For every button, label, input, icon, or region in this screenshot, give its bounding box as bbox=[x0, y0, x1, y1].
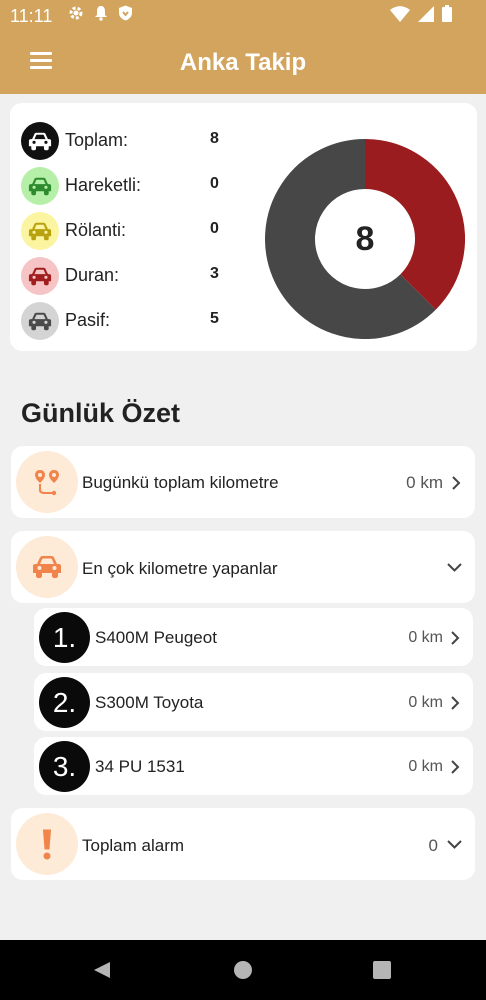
page-title: Anka Takip bbox=[179, 49, 307, 76]
chevron-right-icon bbox=[451, 631, 460, 645]
chevron-right-icon bbox=[451, 696, 460, 710]
stat-label: Rölanti: bbox=[65, 220, 127, 240]
rank-badge: 3. bbox=[39, 741, 90, 792]
chevron-right-icon bbox=[451, 760, 460, 774]
stat-value: 0 bbox=[210, 175, 219, 192]
chevron-right-icon bbox=[452, 476, 461, 490]
route-pins-icon bbox=[16, 451, 78, 513]
stat-row-rolanti[interactable]: Rölanti: 0 bbox=[21, 211, 241, 251]
shield-icon bbox=[119, 5, 132, 21]
home-icon[interactable] bbox=[234, 961, 252, 979]
stat-row-toplam[interactable]: Toplam: 8 bbox=[21, 121, 241, 161]
stat-value: 3 bbox=[210, 265, 219, 282]
top-km-card[interactable]: En çok kilometre yapanlar bbox=[11, 531, 475, 603]
stat-row-pasif[interactable]: Pasif: 5 bbox=[21, 301, 241, 341]
car-icon bbox=[21, 167, 59, 205]
top-km-label: En çok kilometre yapanlar bbox=[82, 559, 278, 578]
wifi-icon bbox=[390, 5, 410, 22]
stat-label: Toplam: bbox=[65, 130, 129, 150]
battery-icon bbox=[442, 5, 452, 22]
stat-row-duran[interactable]: Duran: 3 bbox=[21, 256, 241, 296]
total-km-label: Bugünkü toplam kilometre bbox=[82, 473, 279, 492]
car-icon bbox=[16, 536, 78, 598]
vehicle-stats-card: Toplam: 8 Hareketli: 0 Rölanti: 0 Duran:… bbox=[10, 103, 477, 351]
chevron-down-icon[interactable] bbox=[446, 839, 463, 850]
car-icon bbox=[21, 302, 59, 340]
vehicle-km: 0 km bbox=[408, 694, 443, 711]
status-bar: 11:11 bbox=[0, 0, 486, 32]
car-icon bbox=[21, 257, 59, 295]
vehicle-name: S300M Toyota bbox=[95, 693, 204, 712]
section-title: Günlük Özet bbox=[21, 398, 181, 428]
stat-label: Pasif: bbox=[65, 310, 111, 330]
vehicle-name: 34 PU 1531 bbox=[95, 757, 185, 776]
ranking-item[interactable]: 3. 34 PU 1531 0 km bbox=[34, 737, 473, 795]
chevron-down-icon[interactable] bbox=[446, 562, 463, 573]
recent-apps-icon[interactable] bbox=[373, 961, 391, 979]
donut-center-total: 8 bbox=[355, 219, 375, 258]
total-km-value: 0 km bbox=[406, 473, 443, 492]
rank-badge: 2. bbox=[39, 677, 90, 728]
total-alarm-card[interactable]: Toplam alarm 0 bbox=[11, 808, 475, 880]
ranking-item[interactable]: 1. S400M Peugeot 0 km bbox=[34, 608, 473, 666]
vehicle-name: S400M Peugeot bbox=[95, 628, 217, 647]
total-km-card[interactable]: Bugünkü toplam kilometre 0 km bbox=[11, 446, 475, 518]
total-alarm-value: 0 bbox=[428, 836, 438, 855]
vehicle-km: 0 km bbox=[408, 629, 443, 646]
stat-value: 0 bbox=[210, 220, 219, 237]
stat-value: 5 bbox=[210, 310, 219, 327]
stat-label: Duran: bbox=[65, 265, 120, 285]
rank-badge: 1. bbox=[39, 612, 90, 663]
settings-icon bbox=[69, 6, 83, 20]
back-icon[interactable] bbox=[93, 961, 111, 979]
stat-row-hareketli[interactable]: Hareketli: 0 bbox=[21, 166, 241, 206]
ranking-item[interactable]: 2. S300M Toyota 0 km bbox=[34, 673, 473, 731]
stat-value: 8 bbox=[210, 130, 219, 147]
exclamation-icon bbox=[16, 813, 78, 875]
car-icon bbox=[21, 122, 59, 160]
car-icon bbox=[21, 212, 59, 250]
bell-icon bbox=[95, 6, 107, 21]
stat-label: Hareketli: bbox=[65, 175, 142, 195]
signal-icon bbox=[418, 5, 434, 22]
status-time: 11:11 bbox=[10, 6, 53, 26]
vehicle-km: 0 km bbox=[408, 758, 443, 775]
total-alarm-label: Toplam alarm bbox=[82, 836, 185, 855]
